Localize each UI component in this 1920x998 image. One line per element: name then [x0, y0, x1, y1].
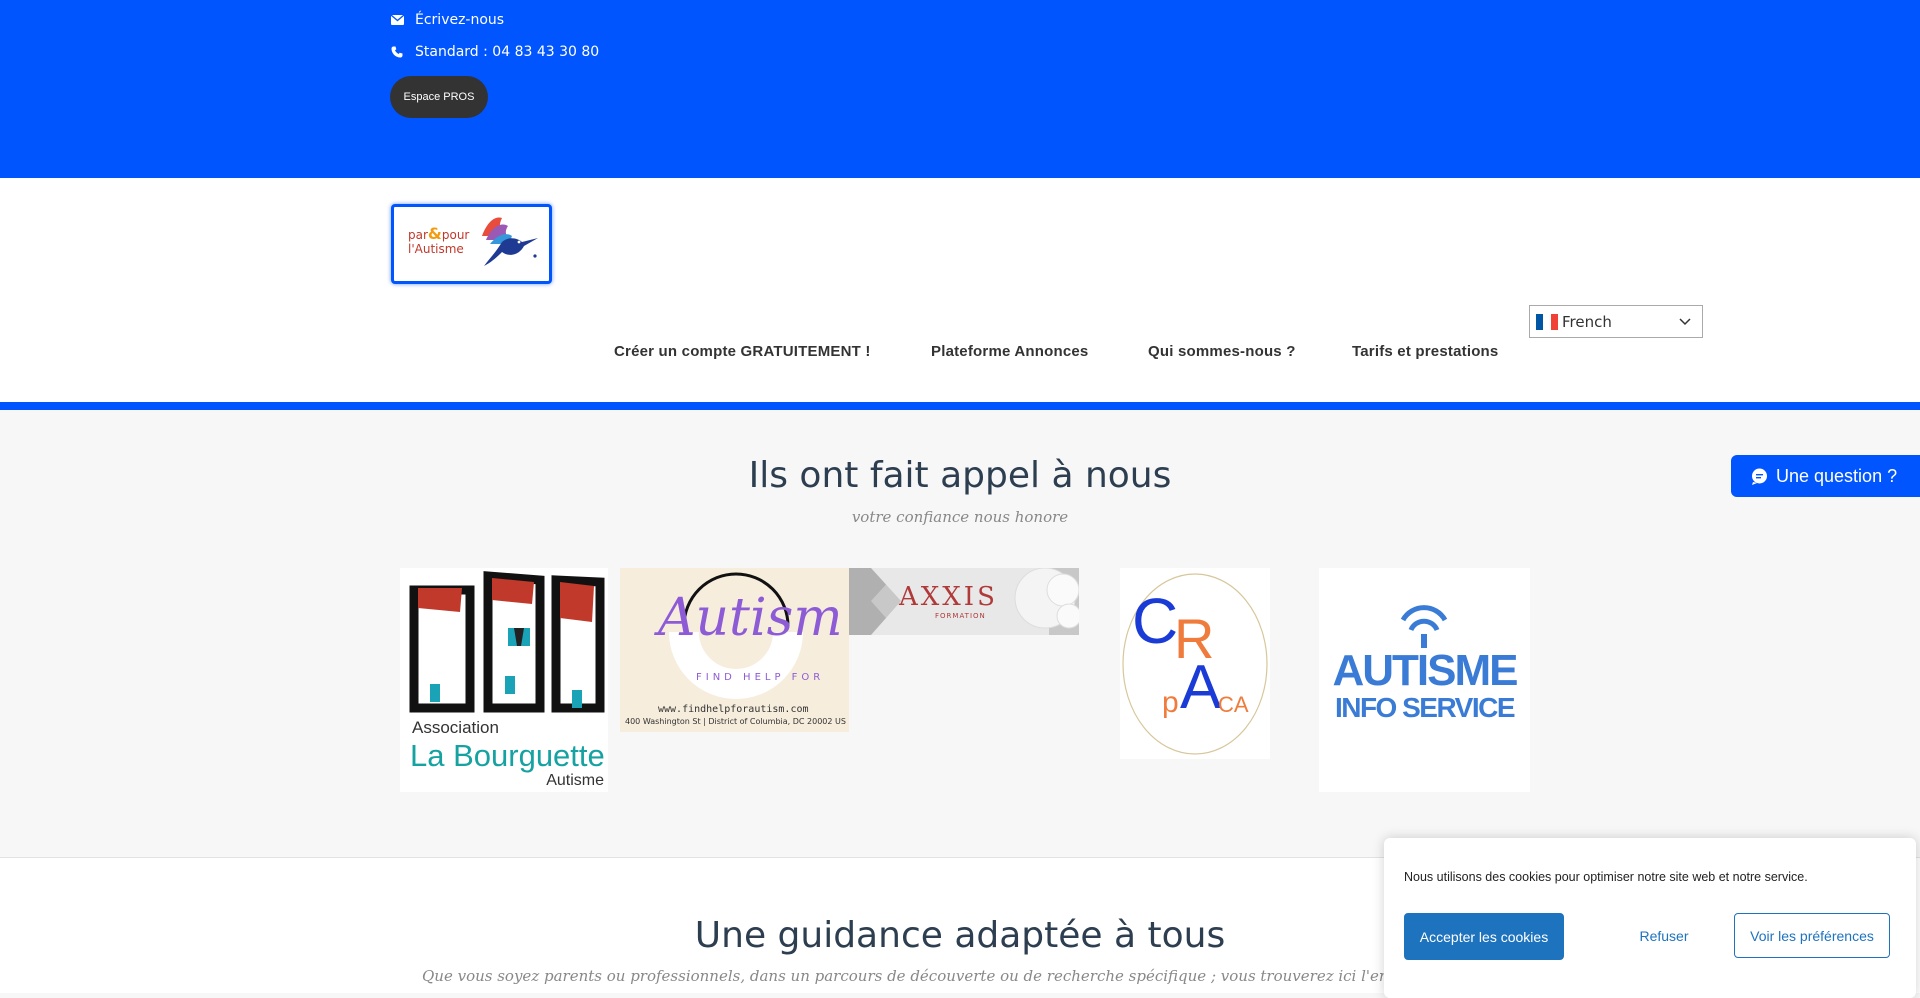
client-logo-bourguette[interactable]: Association La Bourguette Autisme: [400, 568, 608, 792]
nav-item-create-account[interactable]: Créer un compte GRATUITEMENT !: [614, 343, 871, 360]
logo-text: par&pour l'Autisme: [408, 224, 470, 257]
bourguette-line3: Autisme: [546, 772, 604, 789]
logo-word-pour: pour: [441, 228, 470, 242]
accept-cookies-button[interactable]: Accepter les cookies: [1404, 913, 1564, 960]
logo-ampersand: &: [427, 224, 442, 243]
cookie-consent-banner: Nous utilisons des cookies pour optimise…: [1384, 838, 1916, 998]
phone-icon: [390, 45, 404, 59]
clients-section-subtitle: votre confiance nous honore: [851, 508, 1069, 526]
site-header: [0, 178, 1920, 402]
write-us-label: Écrivez-nous: [415, 12, 505, 28]
main-navigation: Créer un compte GRATUITEMENT ! Plateform…: [0, 343, 1920, 367]
chat-bubble-icon: [1751, 468, 1768, 485]
bourguette-houses-icon: [409, 571, 605, 713]
nav-item-platform-ads[interactable]: Plateforme Annonces: [931, 343, 1088, 360]
header-divider-line: [0, 402, 1920, 410]
findhelp-address: 400 Washington St | District of Columbia…: [625, 717, 846, 726]
bourguette-line1: Association: [412, 718, 499, 737]
cra-letter-p: p: [1162, 686, 1179, 719]
phone-label: Standard : 04 83 43 30 80: [415, 44, 600, 60]
axxis-name: AXXIS: [899, 582, 998, 612]
espace-pros-button[interactable]: Espace PROS: [390, 76, 488, 118]
logo-word-par: par: [408, 228, 428, 242]
clients-section-title: Ils ont fait appel à nous: [748, 455, 1172, 496]
cookie-preferences-button[interactable]: Voir les préférences: [1734, 913, 1890, 958]
cra-letter-a: A: [1180, 653, 1222, 722]
site-logo[interactable]: par&pour l'Autisme: [391, 204, 552, 284]
autisme-info-line1: AUTISME: [1332, 646, 1519, 695]
logo-word-autisme: l'Autisme: [408, 242, 464, 256]
client-logo-cra-paca[interactable]: C R A p CA: [1120, 568, 1270, 759]
envelope-icon: [390, 13, 404, 27]
nav-item-about-us[interactable]: Qui sommes-nous ?: [1148, 343, 1296, 360]
cra-letter-c: C: [1132, 585, 1179, 657]
axxis-sub: FORMATION: [935, 612, 986, 620]
findhelp-script: Autism: [658, 588, 843, 648]
client-logo-autisme-info-service[interactable]: AUTISME INFO SERVICE: [1319, 568, 1530, 792]
bourguette-line2: La Bourguette: [410, 738, 605, 773]
language-select[interactable]: French: [1529, 305, 1703, 338]
nav-item-pricing[interactable]: Tarifs et prestations: [1352, 343, 1498, 360]
top-contact-bar: Écrivez-nous Standard : 04 83 43 30 80 E…: [0, 0, 1920, 178]
refuse-cookies-button[interactable]: Refuser: [1596, 913, 1732, 958]
phone-link[interactable]: Standard : 04 83 43 30 80: [390, 44, 599, 60]
cra-letters-ca: CA: [1218, 692, 1249, 717]
findhelp-arc: FIND HELP FOR: [696, 672, 825, 683]
wifi-icon: [1400, 605, 1448, 648]
client-logo-axxis[interactable]: AXXIS FORMATION: [849, 568, 1079, 635]
question-chat-button[interactable]: Une question ?: [1731, 455, 1920, 497]
findhelp-url: www.findhelpforautism.com: [658, 704, 809, 715]
write-us-link[interactable]: Écrivez-nous: [390, 12, 504, 28]
chevron-down-icon: [1679, 318, 1691, 326]
language-selected-label: French: [1562, 312, 1612, 331]
question-label: Une question ?: [1776, 465, 1898, 486]
client-logo-findhelp[interactable]: Autism FIND HELP FOR www.findhelpforauti…: [620, 568, 849, 732]
autisme-info-line2: INFO SERVICE: [1334, 692, 1516, 723]
hummingbird-icon: [482, 217, 538, 266]
france-flag-icon: [1536, 313, 1558, 330]
cookie-message: Nous utilisons des cookies pour optimise…: [1404, 870, 1808, 884]
